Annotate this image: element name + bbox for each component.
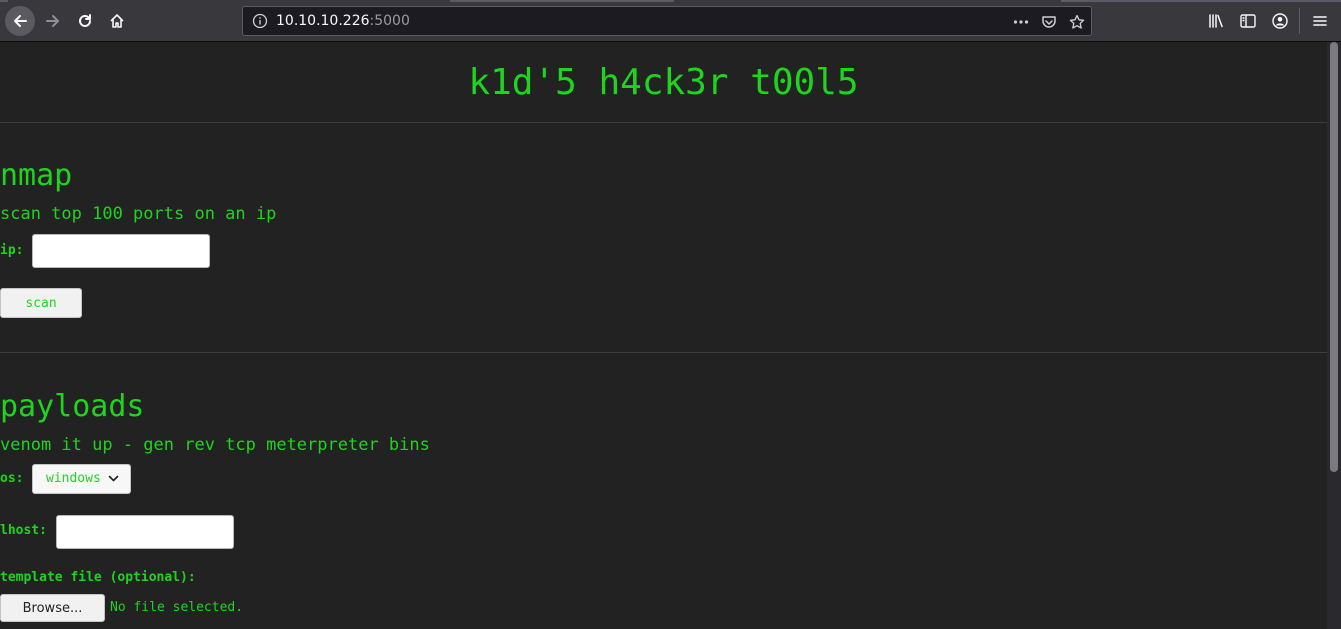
tab-edge-right — [1061, 0, 1341, 2]
library-icon[interactable] — [1207, 12, 1225, 30]
tab-edge-middle — [450, 0, 674, 2]
no-file-selected-text: No file selected. — [110, 600, 244, 615]
tab-edge-left — [0, 0, 8, 2]
url-text: 10.10.10.226:5000 — [276, 13, 410, 29]
home-button[interactable] — [102, 6, 132, 36]
divider-middle — [0, 352, 1327, 353]
toolbar-separator — [1299, 8, 1300, 34]
url-host: 10.10.10.226 — [276, 13, 370, 29]
payloads-heading: payloads — [0, 389, 145, 424]
reload-icon — [79, 14, 91, 27]
url-port: :5000 — [369, 13, 410, 29]
page-scrollbar-thumb[interactable] — [1330, 42, 1338, 472]
info-icon[interactable] — [252, 13, 268, 33]
ip-input[interactable] — [32, 234, 210, 268]
payloads-description: venom it up - gen rev tcp meterpreter bi… — [0, 435, 430, 455]
os-label: os: — [0, 471, 24, 486]
back-button[interactable] — [5, 6, 35, 36]
os-select[interactable]: windows — [32, 464, 131, 494]
back-arrow-icon — [14, 15, 27, 27]
sidebar-icon[interactable] — [1239, 12, 1257, 30]
template-file-label: template file (optional): — [0, 570, 196, 585]
scan-button[interactable]: scan — [0, 288, 82, 318]
os-select-value: windows — [46, 471, 101, 486]
reload-button[interactable] — [70, 6, 100, 36]
forward-button[interactable] — [38, 6, 68, 36]
pocket-icon[interactable] — [1040, 13, 1058, 31]
hamburger-menu-icon[interactable] — [1311, 12, 1329, 30]
home-icon — [110, 14, 124, 28]
page-title: k1d'5 h4ck3r t00l5 — [468, 62, 859, 103]
nmap-description: scan top 100 ports on an ip — [0, 204, 277, 224]
account-icon[interactable] — [1271, 12, 1289, 30]
ip-label: ip: — [0, 243, 24, 258]
nmap-heading: nmap — [0, 158, 73, 193]
chevron-down-icon — [108, 473, 119, 488]
url-bar[interactable]: 10.10.10.226:5000 — [242, 6, 1092, 36]
browser-toolbar: 10.10.10.226:5000 — [0, 0, 1341, 42]
star-icon[interactable] — [1068, 13, 1086, 31]
browse-button[interactable]: Browse... — [0, 594, 105, 622]
divider-top — [0, 122, 1327, 123]
lhost-label: lhost: — [0, 523, 47, 538]
page-content: k1d'5 h4ck3r t00l5 nmap scan top 100 por… — [0, 42, 1327, 629]
lhost-input[interactable] — [56, 515, 234, 549]
more-dots-icon[interactable] — [1012, 13, 1030, 31]
forward-arrow-icon — [46, 15, 59, 27]
